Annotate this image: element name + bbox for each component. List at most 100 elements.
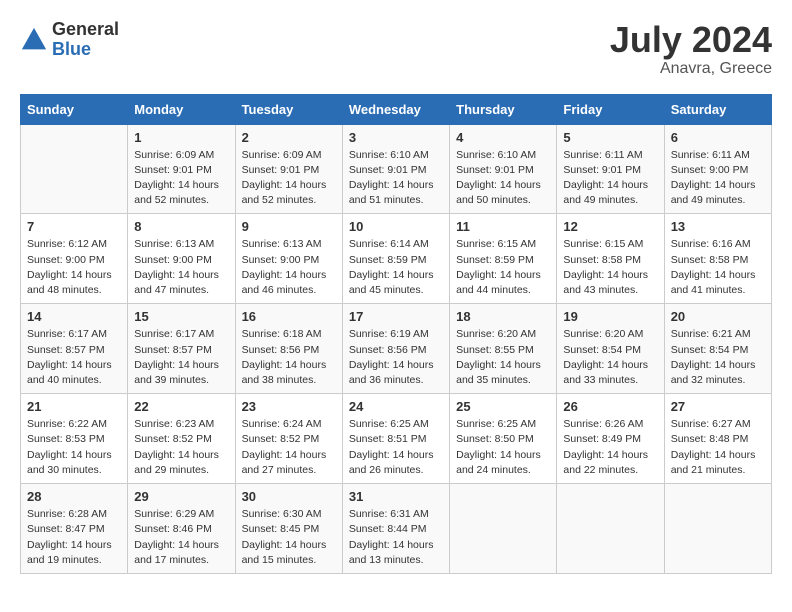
calendar-cell: 24 Sunrise: 6:25 AMSunset: 8:51 PMDayligh… — [342, 394, 449, 484]
day-info: Sunrise: 6:13 AMSunset: 9:00 PMDaylight:… — [242, 237, 336, 298]
calendar-cell: 4 Sunrise: 6:10 AMSunset: 9:01 PMDaylight… — [450, 124, 557, 214]
day-info: Sunrise: 6:21 AMSunset: 8:54 PMDaylight:… — [671, 327, 765, 388]
calendar-cell: 10 Sunrise: 6:14 AMSunset: 8:59 PMDayligh… — [342, 214, 449, 304]
calendar-cell: 25 Sunrise: 6:25 AMSunset: 8:50 PMDayligh… — [450, 394, 557, 484]
day-header-saturday: Saturday — [664, 94, 771, 124]
calendar-cell: 11 Sunrise: 6:15 AMSunset: 8:59 PMDayligh… — [450, 214, 557, 304]
day-number: 11 — [456, 219, 550, 234]
day-number: 1 — [134, 130, 228, 145]
calendar-cell — [664, 484, 771, 574]
day-number: 4 — [456, 130, 550, 145]
calendar-week-3: 14 Sunrise: 6:17 AMSunset: 8:57 PMDayligh… — [21, 304, 772, 394]
day-header-friday: Friday — [557, 94, 664, 124]
day-number: 31 — [349, 489, 443, 504]
day-number: 22 — [134, 399, 228, 414]
calendar-cell: 3 Sunrise: 6:10 AMSunset: 9:01 PMDaylight… — [342, 124, 449, 214]
logo-general: General — [52, 20, 119, 40]
day-info: Sunrise: 6:17 AMSunset: 8:57 PMDaylight:… — [134, 327, 228, 388]
calendar-cell — [21, 124, 128, 214]
day-number: 25 — [456, 399, 550, 414]
logo-blue: Blue — [52, 40, 119, 60]
day-info: Sunrise: 6:29 AMSunset: 8:46 PMDaylight:… — [134, 507, 228, 568]
day-number: 5 — [563, 130, 657, 145]
day-info: Sunrise: 6:11 AMSunset: 9:01 PMDaylight:… — [563, 148, 657, 209]
location-subtitle: Anavra, Greece — [610, 60, 772, 78]
month-year-title: July 2024 — [610, 20, 772, 60]
calendar-cell — [557, 484, 664, 574]
day-header-sunday: Sunday — [21, 94, 128, 124]
day-number: 18 — [456, 309, 550, 324]
day-number: 26 — [563, 399, 657, 414]
day-info: Sunrise: 6:25 AMSunset: 8:51 PMDaylight:… — [349, 417, 443, 478]
day-number: 29 — [134, 489, 228, 504]
day-number: 12 — [563, 219, 657, 234]
day-info: Sunrise: 6:19 AMSunset: 8:56 PMDaylight:… — [349, 327, 443, 388]
calendar-week-5: 28 Sunrise: 6:28 AMSunset: 8:47 PMDayligh… — [21, 484, 772, 574]
day-number: 16 — [242, 309, 336, 324]
logo: General Blue — [20, 20, 119, 60]
calendar-cell: 9 Sunrise: 6:13 AMSunset: 9:00 PMDaylight… — [235, 214, 342, 304]
day-info: Sunrise: 6:20 AMSunset: 8:55 PMDaylight:… — [456, 327, 550, 388]
calendar-week-1: 1 Sunrise: 6:09 AMSunset: 9:01 PMDaylight… — [21, 124, 772, 214]
day-number: 24 — [349, 399, 443, 414]
calendar-cell: 7 Sunrise: 6:12 AMSunset: 9:00 PMDaylight… — [21, 214, 128, 304]
calendar-cell: 15Sunrise: 6:17 AMSunset: 8:57 PMDayligh… — [128, 304, 235, 394]
calendar-cell: 1 Sunrise: 6:09 AMSunset: 9:01 PMDaylight… — [128, 124, 235, 214]
day-number: 2 — [242, 130, 336, 145]
day-number: 13 — [671, 219, 765, 234]
day-number: 19 — [563, 309, 657, 324]
calendar-week-4: 21 Sunrise: 6:22 AMSunset: 8:53 PMDayligh… — [21, 394, 772, 484]
day-number: 17 — [349, 309, 443, 324]
day-number: 30 — [242, 489, 336, 504]
calendar-cell: 30 Sunrise: 6:30 AMSunset: 8:45 PMDayligh… — [235, 484, 342, 574]
calendar-cell: 16 Sunrise: 6:18 AMSunset: 8:56 PMDayligh… — [235, 304, 342, 394]
day-header-wednesday: Wednesday — [342, 94, 449, 124]
day-info: Sunrise: 6:20 AMSunset: 8:54 PMDaylight:… — [563, 327, 657, 388]
day-info: Sunrise: 6:10 AMSunset: 9:01 PMDaylight:… — [456, 148, 550, 209]
day-number: 9 — [242, 219, 336, 234]
day-info: Sunrise: 6:26 AMSunset: 8:49 PMDaylight:… — [563, 417, 657, 478]
calendar-week-2: 7 Sunrise: 6:12 AMSunset: 9:00 PMDaylight… — [21, 214, 772, 304]
day-number: 10 — [349, 219, 443, 234]
day-info: Sunrise: 6:10 AMSunset: 9:01 PMDaylight:… — [349, 148, 443, 209]
day-info: Sunrise: 6:17 AMSunset: 8:57 PMDaylight:… — [27, 327, 121, 388]
day-number: 3 — [349, 130, 443, 145]
day-number: 14 — [27, 309, 121, 324]
day-info: Sunrise: 6:25 AMSunset: 8:50 PMDaylight:… — [456, 417, 550, 478]
day-info: Sunrise: 6:12 AMSunset: 9:00 PMDaylight:… — [27, 237, 121, 298]
day-info: Sunrise: 6:15 AMSunset: 8:59 PMDaylight:… — [456, 237, 550, 298]
day-info: Sunrise: 6:30 AMSunset: 8:45 PMDaylight:… — [242, 507, 336, 568]
calendar-cell: 18 Sunrise: 6:20 AMSunset: 8:55 PMDayligh… — [450, 304, 557, 394]
calendar-cell: 29 Sunrise: 6:29 AMSunset: 8:46 PMDayligh… — [128, 484, 235, 574]
day-number: 21 — [27, 399, 121, 414]
calendar-cell: 8Sunrise: 6:13 AMSunset: 9:00 PMDaylight… — [128, 214, 235, 304]
calendar-cell: 31Sunrise: 6:31 AMSunset: 8:44 PMDayligh… — [342, 484, 449, 574]
day-info: Sunrise: 6:18 AMSunset: 8:56 PMDaylight:… — [242, 327, 336, 388]
day-info: Sunrise: 6:09 AMSunset: 9:01 PMDaylight:… — [134, 148, 228, 209]
days-of-week-row: SundayMondayTuesdayWednesdayThursdayFrid… — [21, 94, 772, 124]
calendar-cell: 27Sunrise: 6:27 AMSunset: 8:48 PMDayligh… — [664, 394, 771, 484]
calendar-cell: 13Sunrise: 6:16 AMSunset: 8:58 PMDayligh… — [664, 214, 771, 304]
calendar-header: SundayMondayTuesdayWednesdayThursdayFrid… — [21, 94, 772, 124]
calendar-cell: 14 Sunrise: 6:17 AMSunset: 8:57 PMDayligh… — [21, 304, 128, 394]
calendar-cell: 5 Sunrise: 6:11 AMSunset: 9:01 PMDaylight… — [557, 124, 664, 214]
title-area: July 2024 Anavra, Greece — [610, 20, 772, 78]
day-info: Sunrise: 6:24 AMSunset: 8:52 PMDaylight:… — [242, 417, 336, 478]
day-info: Sunrise: 6:22 AMSunset: 8:53 PMDaylight:… — [27, 417, 121, 478]
calendar-body: 1 Sunrise: 6:09 AMSunset: 9:01 PMDaylight… — [21, 124, 772, 573]
logo-text: General Blue — [52, 20, 119, 60]
day-info: Sunrise: 6:23 AMSunset: 8:52 PMDaylight:… — [134, 417, 228, 478]
day-info: Sunrise: 6:14 AMSunset: 8:59 PMDaylight:… — [349, 237, 443, 298]
calendar-cell: 12 Sunrise: 6:15 AMSunset: 8:58 PMDayligh… — [557, 214, 664, 304]
day-info: Sunrise: 6:28 AMSunset: 8:47 PMDaylight:… — [27, 507, 121, 568]
day-number: 20 — [671, 309, 765, 324]
day-header-thursday: Thursday — [450, 94, 557, 124]
calendar-cell: 21 Sunrise: 6:22 AMSunset: 8:53 PMDayligh… — [21, 394, 128, 484]
calendar-cell: 23Sunrise: 6:24 AMSunset: 8:52 PMDayligh… — [235, 394, 342, 484]
day-info: Sunrise: 6:11 AMSunset: 9:00 PMDaylight:… — [671, 148, 765, 209]
day-number: 28 — [27, 489, 121, 504]
day-number: 7 — [27, 219, 121, 234]
day-info: Sunrise: 6:15 AMSunset: 8:58 PMDaylight:… — [563, 237, 657, 298]
day-number: 8 — [134, 219, 228, 234]
day-number: 6 — [671, 130, 765, 145]
